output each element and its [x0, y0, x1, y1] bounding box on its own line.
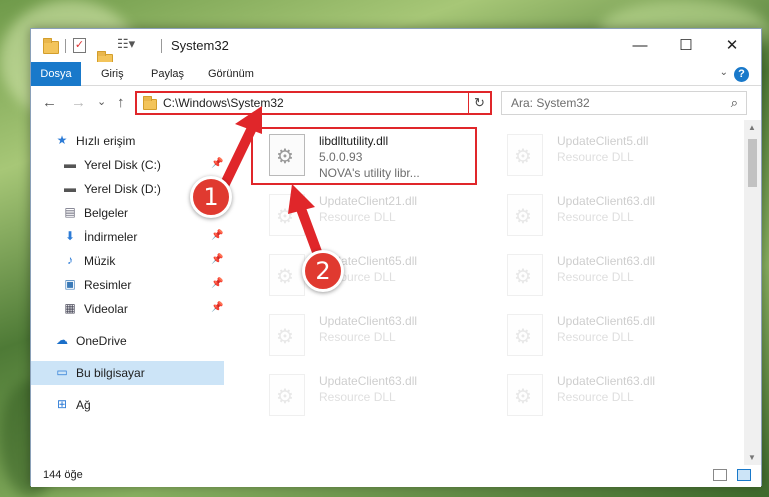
step-2-badge: 2: [302, 250, 344, 292]
arrow-1: [217, 106, 262, 195]
step-1-badge: 1: [190, 176, 232, 218]
annotation-overlay: [217, 106, 325, 265]
arrow-2: [288, 184, 325, 265]
